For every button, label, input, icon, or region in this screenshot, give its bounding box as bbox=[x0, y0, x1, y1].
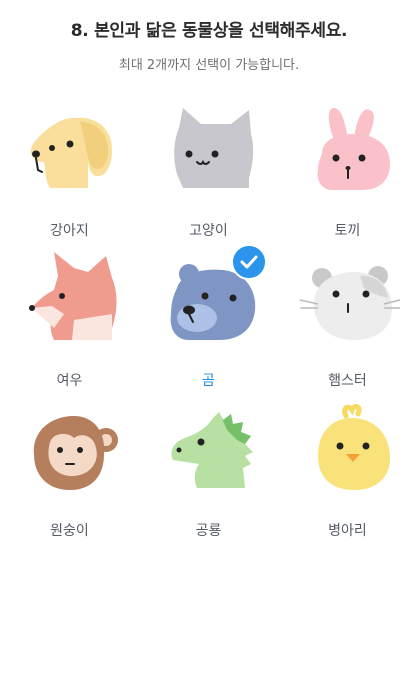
option-hamster[interactable]: 햄스터 bbox=[278, 248, 417, 396]
option-bear[interactable]: 곰 bbox=[139, 244, 278, 396]
question-title: 8. 본인과 닮은 동물상을 선택해주세요. bbox=[70, 21, 348, 41]
option-label: 여우 bbox=[56, 373, 83, 389]
chick-icon bbox=[318, 404, 390, 490]
option-dinosaur[interactable]: 공룡 bbox=[139, 398, 278, 546]
option-dog[interactable]: 강아지 bbox=[0, 98, 139, 246]
dinosaur-icon bbox=[171, 412, 253, 488]
option-label: 햄스터 bbox=[328, 373, 367, 389]
option-label: 토끼 bbox=[334, 223, 361, 239]
option-rabbit[interactable]: 토끼 bbox=[278, 98, 417, 246]
dog-icon bbox=[30, 117, 112, 188]
question-subtitle: 최대 2개까지 선택이 가능합니다. bbox=[118, 58, 300, 73]
option-fox[interactable]: 여우 bbox=[0, 248, 139, 396]
cat-icon bbox=[174, 108, 254, 188]
option-label: 강아지 bbox=[50, 223, 89, 239]
hamster-icon bbox=[299, 266, 401, 340]
monkey-icon bbox=[33, 416, 118, 490]
fox-icon bbox=[29, 252, 117, 340]
option-label: 고양이 bbox=[189, 223, 228, 239]
option-label: 병아리 bbox=[328, 523, 367, 539]
option-label: 공룡 bbox=[195, 523, 222, 539]
option-label: 원숭이 bbox=[50, 523, 89, 539]
selected-check-icon bbox=[231, 244, 267, 280]
rabbit-icon bbox=[317, 108, 390, 190]
option-cat[interactable]: 고양이 bbox=[139, 98, 278, 246]
option-monkey[interactable]: 원숭이 bbox=[0, 398, 139, 546]
option-label: 곰 bbox=[202, 373, 215, 389]
option-chick[interactable]: 병아리 bbox=[278, 398, 417, 546]
